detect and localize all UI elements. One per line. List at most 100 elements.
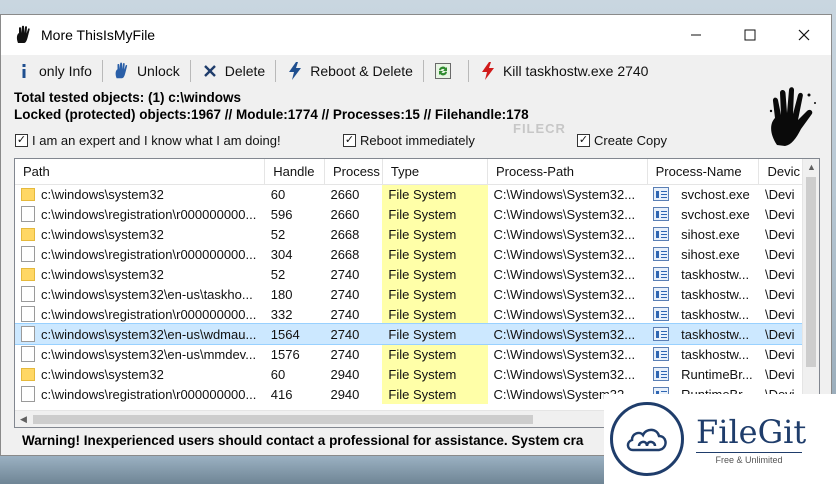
scroll-left-icon[interactable]: ◀ (20, 414, 27, 425)
toolbar-separator (101, 60, 103, 82)
scroll-up-icon[interactable]: ▲ (807, 162, 816, 172)
file-icon (21, 286, 35, 302)
expert-checkbox[interactable]: ✓ I am an expert and I know what I am do… (15, 133, 281, 148)
column-header-process[interactable]: Process (324, 159, 383, 185)
path-cell: c:\windows\system32 (15, 264, 265, 284)
type-cell: File System (382, 304, 488, 324)
process-window-icon (653, 187, 670, 202)
process-name-cell: taskhostw... (647, 284, 759, 304)
process-name-text: taskhostw... (681, 306, 750, 322)
path-text: c:\windows\system32\en-us\mmdev... (41, 346, 257, 362)
main-window: More ThisIsMyFile only Info Unlock Delet… (0, 14, 832, 456)
only-info-label: only Info (39, 63, 92, 79)
column-header-handle[interactable]: Handle (264, 159, 325, 185)
toolbar-separator (467, 60, 469, 82)
process-window-icon (653, 327, 670, 341)
maximize-icon (744, 29, 756, 41)
column-header-process-name[interactable]: Process-Name (647, 159, 760, 185)
filegit-watermark: FileGit Free & Unlimited (604, 394, 836, 484)
delete-button[interactable]: Delete (195, 57, 271, 85)
path-text: c:\windows\registration\r000000000... (41, 246, 257, 262)
unlock-label: Unlock (136, 63, 180, 79)
process-path-cell: C:\Windows\System32... (493, 246, 636, 262)
process-name-cell: taskhostw... (647, 344, 759, 364)
handle-cell: 52 (270, 266, 286, 282)
path-cell: c:\windows\registration\r000000000... (15, 384, 265, 404)
table-row[interactable]: c:\windows\system32\en-us\taskho... 180 27… (15, 284, 819, 304)
column-header-type[interactable]: Type (382, 159, 489, 185)
process-cell: 2660 (330, 186, 360, 202)
process-name-text: taskhostw... (681, 266, 750, 282)
process-window-icon (653, 287, 670, 301)
refresh-button[interactable] (428, 57, 464, 85)
process-cell: 2668 (330, 246, 360, 262)
reboot-checkbox[interactable]: ✓ Reboot immediately (343, 133, 475, 148)
file-icon (21, 206, 35, 222)
maximize-button[interactable] (723, 15, 777, 55)
type-cell: File System (382, 224, 488, 244)
kill-process-button[interactable]: Kill taskhostw.exe 2740 (473, 57, 655, 85)
checkbox-checked-icon: ✓ (343, 134, 356, 147)
delete-label: Delete (224, 63, 266, 79)
process-cell: 2740 (330, 346, 360, 362)
handle-cell: 304 (270, 246, 293, 262)
table-row[interactable]: c:\windows\system32 60 2940 File System C:\W… (15, 364, 819, 384)
create-copy-label: Create Copy (594, 133, 667, 148)
column-header-process-path[interactable]: Process-Path (487, 159, 648, 185)
handle-cell: 60 (270, 366, 286, 382)
process-path-cell: C:\Windows\System32... (493, 366, 636, 382)
reboot-delete-button[interactable]: Reboot & Delete (280, 57, 419, 85)
column-header-path[interactable]: Path (15, 159, 266, 185)
file-icon (21, 306, 35, 322)
process-path-cell: C:\Windows\System32... (493, 226, 636, 242)
toolbar-separator (422, 60, 424, 82)
hand-app-icon (13, 24, 35, 46)
vertical-scroll-thumb[interactable] (806, 177, 816, 367)
process-name-text: RuntimeBr... (681, 366, 753, 382)
process-name-cell: svchost.exe (647, 184, 759, 204)
handle-cell: 596 (270, 206, 293, 222)
table-row[interactable]: c:\windows\system32 52 2668 File System C:\W… (15, 224, 819, 244)
type-cell: File System (382, 324, 488, 344)
type-cell: File System (382, 244, 488, 264)
close-button[interactable] (777, 15, 831, 55)
toolbar-separator (189, 60, 191, 82)
process-window-icon (653, 227, 670, 241)
table-row[interactable]: c:\windows\system32\en-us\mmdev... 1576 27… (15, 344, 819, 364)
type-cell: File System (382, 364, 488, 384)
path-text: c:\windows\system32 (41, 366, 164, 382)
path-cell: c:\windows\system32\en-us\taskho... (15, 284, 265, 304)
only-info-button[interactable]: only Info (9, 57, 98, 85)
table-row[interactable]: c:\windows\registration\r000000000... 304… (15, 244, 819, 264)
file-icon (21, 386, 35, 402)
info-icon (15, 62, 33, 80)
vertical-scrollbar[interactable]: ▲ ▼ (802, 159, 819, 411)
process-name-cell: sihost.exe (647, 224, 759, 244)
handle-cell: 60 (270, 186, 286, 202)
path-cell: c:\windows\system32 (15, 364, 265, 384)
close-x-icon (201, 62, 219, 80)
summary-line-1: Total tested objects: (1) c:\windows (14, 90, 242, 105)
path-cell: c:\windows\registration\r000000000... (15, 204, 265, 224)
path-text: c:\windows\system32 (41, 226, 164, 242)
process-path-cell: C:\Windows\System32... (487, 324, 648, 344)
process-name-cell: taskhostw... (647, 264, 759, 284)
handle-cell: 52 (270, 226, 286, 242)
process-name-cell: taskhostw... (647, 324, 759, 344)
handle-cell: 1576 (270, 346, 300, 362)
table-row[interactable]: c:\windows\system32\en-us\wdmau... 1564 27… (15, 323, 819, 345)
process-cell: 2660 (330, 206, 360, 222)
create-copy-checkbox[interactable]: ✓ Create Copy (577, 133, 667, 148)
table-row[interactable]: c:\windows\system32 60 2660 File System C:\W… (15, 184, 819, 204)
unlock-button[interactable]: Unlock (107, 57, 186, 85)
table-row[interactable]: c:\windows\registration\r000000000... 596… (15, 204, 819, 224)
horizontal-scroll-thumb[interactable] (33, 415, 533, 424)
process-name-cell: taskhostw... (647, 304, 759, 324)
table-row[interactable]: c:\windows\registration\r000000000... 332… (15, 304, 819, 324)
folder-icon (21, 368, 35, 381)
minimize-button[interactable] (669, 15, 723, 55)
toolbar: only Info Unlock Delete Reboot & Delete (1, 55, 831, 87)
file-icon (21, 346, 35, 362)
process-name-cell: svchost.exe (647, 204, 759, 224)
table-row[interactable]: c:\windows\system32 52 2740 File System C:\W… (15, 264, 819, 284)
